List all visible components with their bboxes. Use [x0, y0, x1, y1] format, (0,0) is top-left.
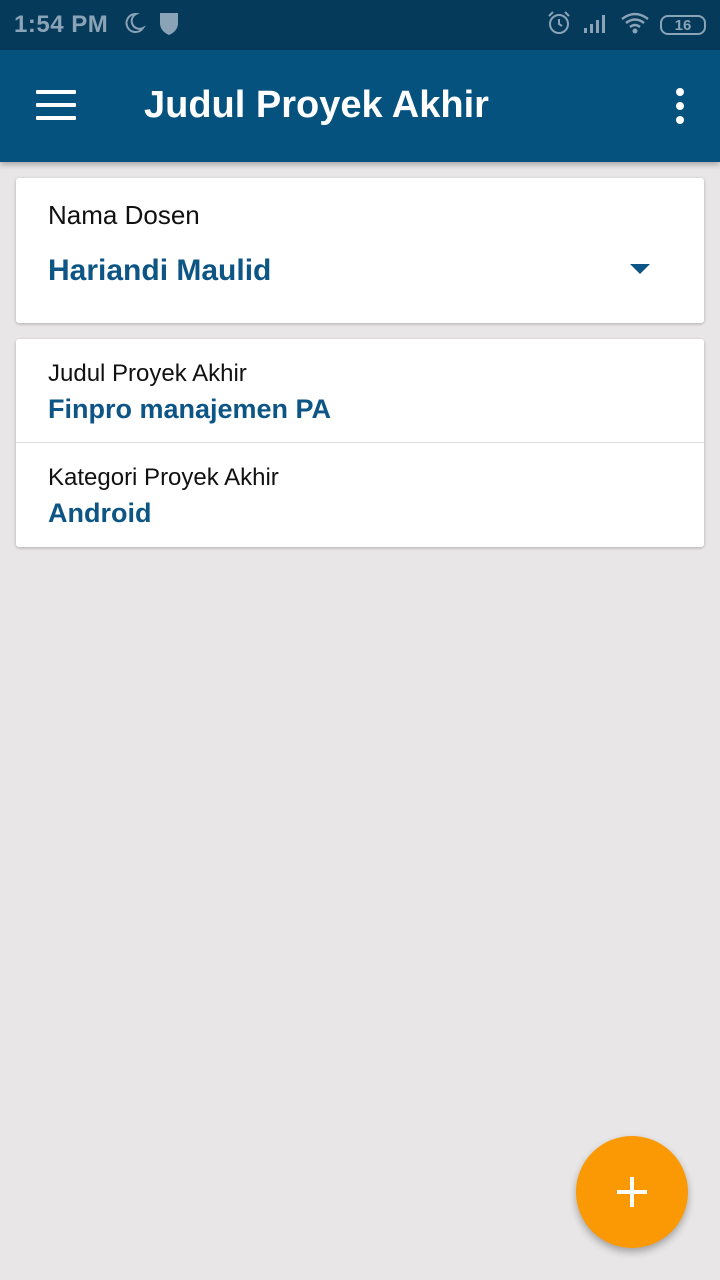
status-time: 1:54 PM	[14, 11, 109, 38]
dosen-label: Nama Dosen	[48, 200, 200, 230]
dosen-dropdown[interactable]: Hariandi Maulid	[16, 238, 704, 308]
app-bar: Judul Proyek Akhir	[0, 50, 720, 162]
battery-icon: 16	[660, 15, 706, 35]
alarm-icon	[546, 10, 572, 41]
plus-icon	[617, 1177, 647, 1207]
hamburger-menu-icon[interactable]	[36, 90, 76, 120]
chevron-down-icon	[630, 264, 650, 274]
judul-label: Judul Proyek Akhir	[48, 360, 247, 387]
dosen-selected-value: Hariandi Maulid	[48, 254, 272, 287]
kategori-label: Kategori Proyek Akhir	[48, 464, 279, 491]
moon-icon	[122, 11, 147, 40]
status-bar: 1:54 PM 16	[0, 0, 720, 50]
screen: 1:54 PM 16 Judul Proyek Akhir Nama Dosen…	[0, 0, 720, 1280]
list-item-kategori: Kategori Proyek Akhir Android	[16, 443, 704, 547]
wifi-icon	[620, 11, 650, 40]
more-vert-icon[interactable]	[670, 88, 690, 124]
project-info-card: Judul Proyek Akhir Finpro manajemen PA K…	[16, 339, 704, 547]
signal-icon	[582, 12, 610, 39]
judul-value: Finpro manajemen PA	[48, 394, 332, 424]
page-title: Judul Proyek Akhir	[144, 84, 489, 126]
list-item-judul: Judul Proyek Akhir Finpro manajemen PA	[16, 339, 704, 443]
shield-icon	[158, 10, 180, 41]
dosen-card: Nama Dosen Hariandi Maulid	[16, 178, 704, 323]
kategori-value: Android	[48, 498, 152, 528]
add-button[interactable]	[576, 1136, 688, 1248]
